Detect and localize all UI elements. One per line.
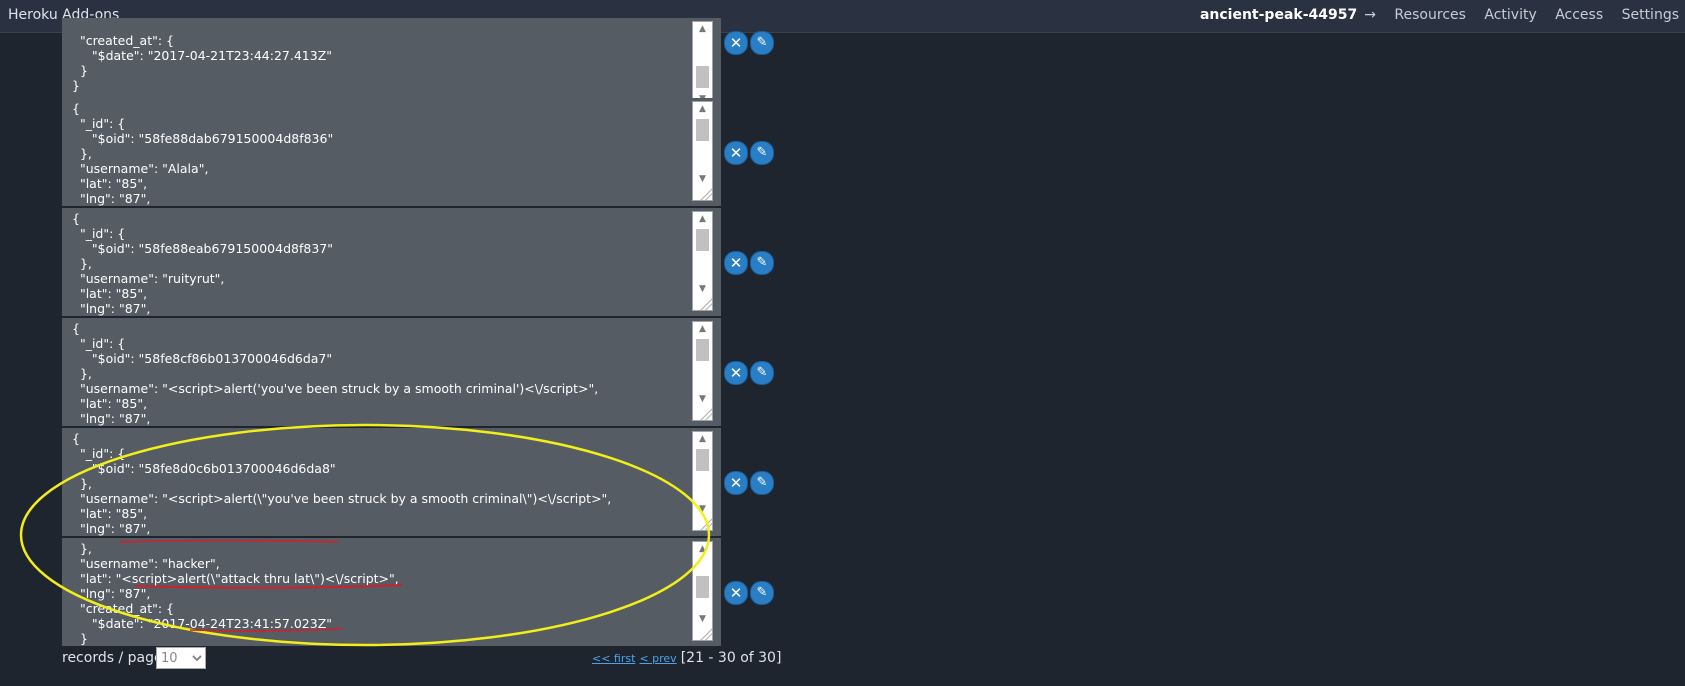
scrollbar[interactable]: ▲ ▼ xyxy=(692,321,713,421)
edit-icon[interactable]: ✎ xyxy=(750,471,774,495)
scrollbar[interactable]: ▲ ▼ xyxy=(692,431,713,531)
record-json[interactable]: "created_at": { "$date": "2017-04-21T23:… xyxy=(62,18,721,93)
record-actions: ✕ ✎ xyxy=(724,471,774,497)
scroll-down-icon[interactable]: ▼ xyxy=(693,392,712,406)
scrollbar[interactable]: ▲ ▼ xyxy=(692,541,713,641)
record-textarea[interactable]: { "_id": { "$oid": "58fe8cf86b013700046d… xyxy=(62,318,721,428)
records-per-page-select[interactable]: 10 xyxy=(156,647,206,669)
app-navigation: ancient-peak-44957 → Resources Activity A… xyxy=(1200,7,1679,23)
edit-icon[interactable]: ✎ xyxy=(750,141,774,165)
scroll-thumb[interactable] xyxy=(696,66,709,88)
nav-settings[interactable]: Settings xyxy=(1622,7,1679,23)
close-icon[interactable]: ✕ xyxy=(724,361,748,385)
scroll-down-icon[interactable]: ▼ xyxy=(693,282,712,296)
nav-resources[interactable]: Resources xyxy=(1394,7,1466,23)
scrollbar[interactable]: ▲ ▼ xyxy=(692,211,713,311)
close-icon[interactable]: ✕ xyxy=(724,31,748,55)
scroll-up-icon[interactable]: ▲ xyxy=(693,212,712,226)
scroll-down-icon[interactable]: ▼ xyxy=(693,172,712,186)
scroll-down-icon[interactable]: ▼ xyxy=(693,612,712,626)
record-actions: ✕ ✎ xyxy=(724,581,774,607)
pagination: records / page 10 << first < prev [21 - 30… xyxy=(62,645,781,671)
record-json[interactable]: { "_id": { "$oid": "58fe88eab679150004d8… xyxy=(62,208,721,316)
scroll-thumb[interactable] xyxy=(696,449,709,471)
record-textarea[interactable]: { "_id": { "$oid": "58fe88eab679150004d8… xyxy=(62,208,721,318)
scroll-thumb[interactable] xyxy=(696,576,709,598)
record-json[interactable]: { "_id": { "$oid": "58fe88dab679150004d8… xyxy=(62,98,721,206)
close-icon[interactable]: ✕ xyxy=(724,581,748,605)
scrollbar[interactable]: ▲ ▼ xyxy=(692,101,713,201)
record-json[interactable]: { "_id": { "$oid": "58fe8d0c6b013700046d… xyxy=(62,428,721,536)
scroll-thumb[interactable] xyxy=(696,339,709,361)
edit-icon[interactable]: ✎ xyxy=(750,581,774,605)
prev-page-link[interactable]: < prev xyxy=(639,652,676,665)
resize-grip-icon[interactable] xyxy=(700,628,712,640)
record-textarea[interactable]: }, "username": "hacker", "lat": "<script… xyxy=(62,538,721,648)
record-textarea[interactable]: { "_id": { "$oid": "58fe88dab679150004d8… xyxy=(62,98,721,208)
edit-icon[interactable]: ✎ xyxy=(750,31,774,55)
resize-grip-icon[interactable] xyxy=(700,298,712,310)
first-page-link[interactable]: << first xyxy=(592,652,635,665)
resize-grip-icon[interactable] xyxy=(700,408,712,420)
nav-activity[interactable]: Activity xyxy=(1484,7,1536,23)
record-actions: ✕ ✎ xyxy=(724,31,774,57)
records-per-page-label: records / page xyxy=(62,650,163,666)
record-actions: ✕ ✎ xyxy=(724,251,774,277)
scroll-down-icon[interactable]: ▼ xyxy=(693,502,712,516)
record-actions: ✕ ✎ xyxy=(724,141,774,167)
nav-access[interactable]: Access xyxy=(1555,7,1603,23)
scroll-up-icon[interactable]: ▲ xyxy=(693,22,712,36)
edit-icon[interactable]: ✎ xyxy=(750,361,774,385)
scroll-up-icon[interactable]: ▲ xyxy=(693,432,712,446)
close-icon[interactable]: ✕ xyxy=(724,141,748,165)
close-icon[interactable]: ✕ xyxy=(724,471,748,495)
resize-grip-icon[interactable] xyxy=(700,518,712,530)
scroll-up-icon[interactable]: ▲ xyxy=(693,322,712,336)
record-actions: ✕ ✎ xyxy=(724,361,774,387)
arrow-icon: → xyxy=(1364,7,1376,23)
record-textarea[interactable]: { "_id": { "$oid": "58fe8d0c6b013700046d… xyxy=(62,428,721,538)
app-name-link[interactable]: ancient-peak-44957 xyxy=(1200,7,1357,23)
edit-icon[interactable]: ✎ xyxy=(750,251,774,275)
scroll-up-icon[interactable]: ▲ xyxy=(693,102,712,116)
scroll-up-icon[interactable]: ▲ xyxy=(693,542,712,556)
scroll-thumb[interactable] xyxy=(696,229,709,251)
record-json[interactable]: }, "username": "hacker", "lat": "<script… xyxy=(62,538,721,646)
record-json[interactable]: { "_id": { "$oid": "58fe8cf86b013700046d… xyxy=(62,318,721,426)
close-icon[interactable]: ✕ xyxy=(724,251,748,275)
record-range: [21 - 30 of 30] xyxy=(680,650,782,666)
resize-grip-icon[interactable] xyxy=(700,188,712,200)
scroll-thumb[interactable] xyxy=(696,119,709,141)
page-links: << first < prev [21 - 30 of 30] xyxy=(592,650,781,666)
